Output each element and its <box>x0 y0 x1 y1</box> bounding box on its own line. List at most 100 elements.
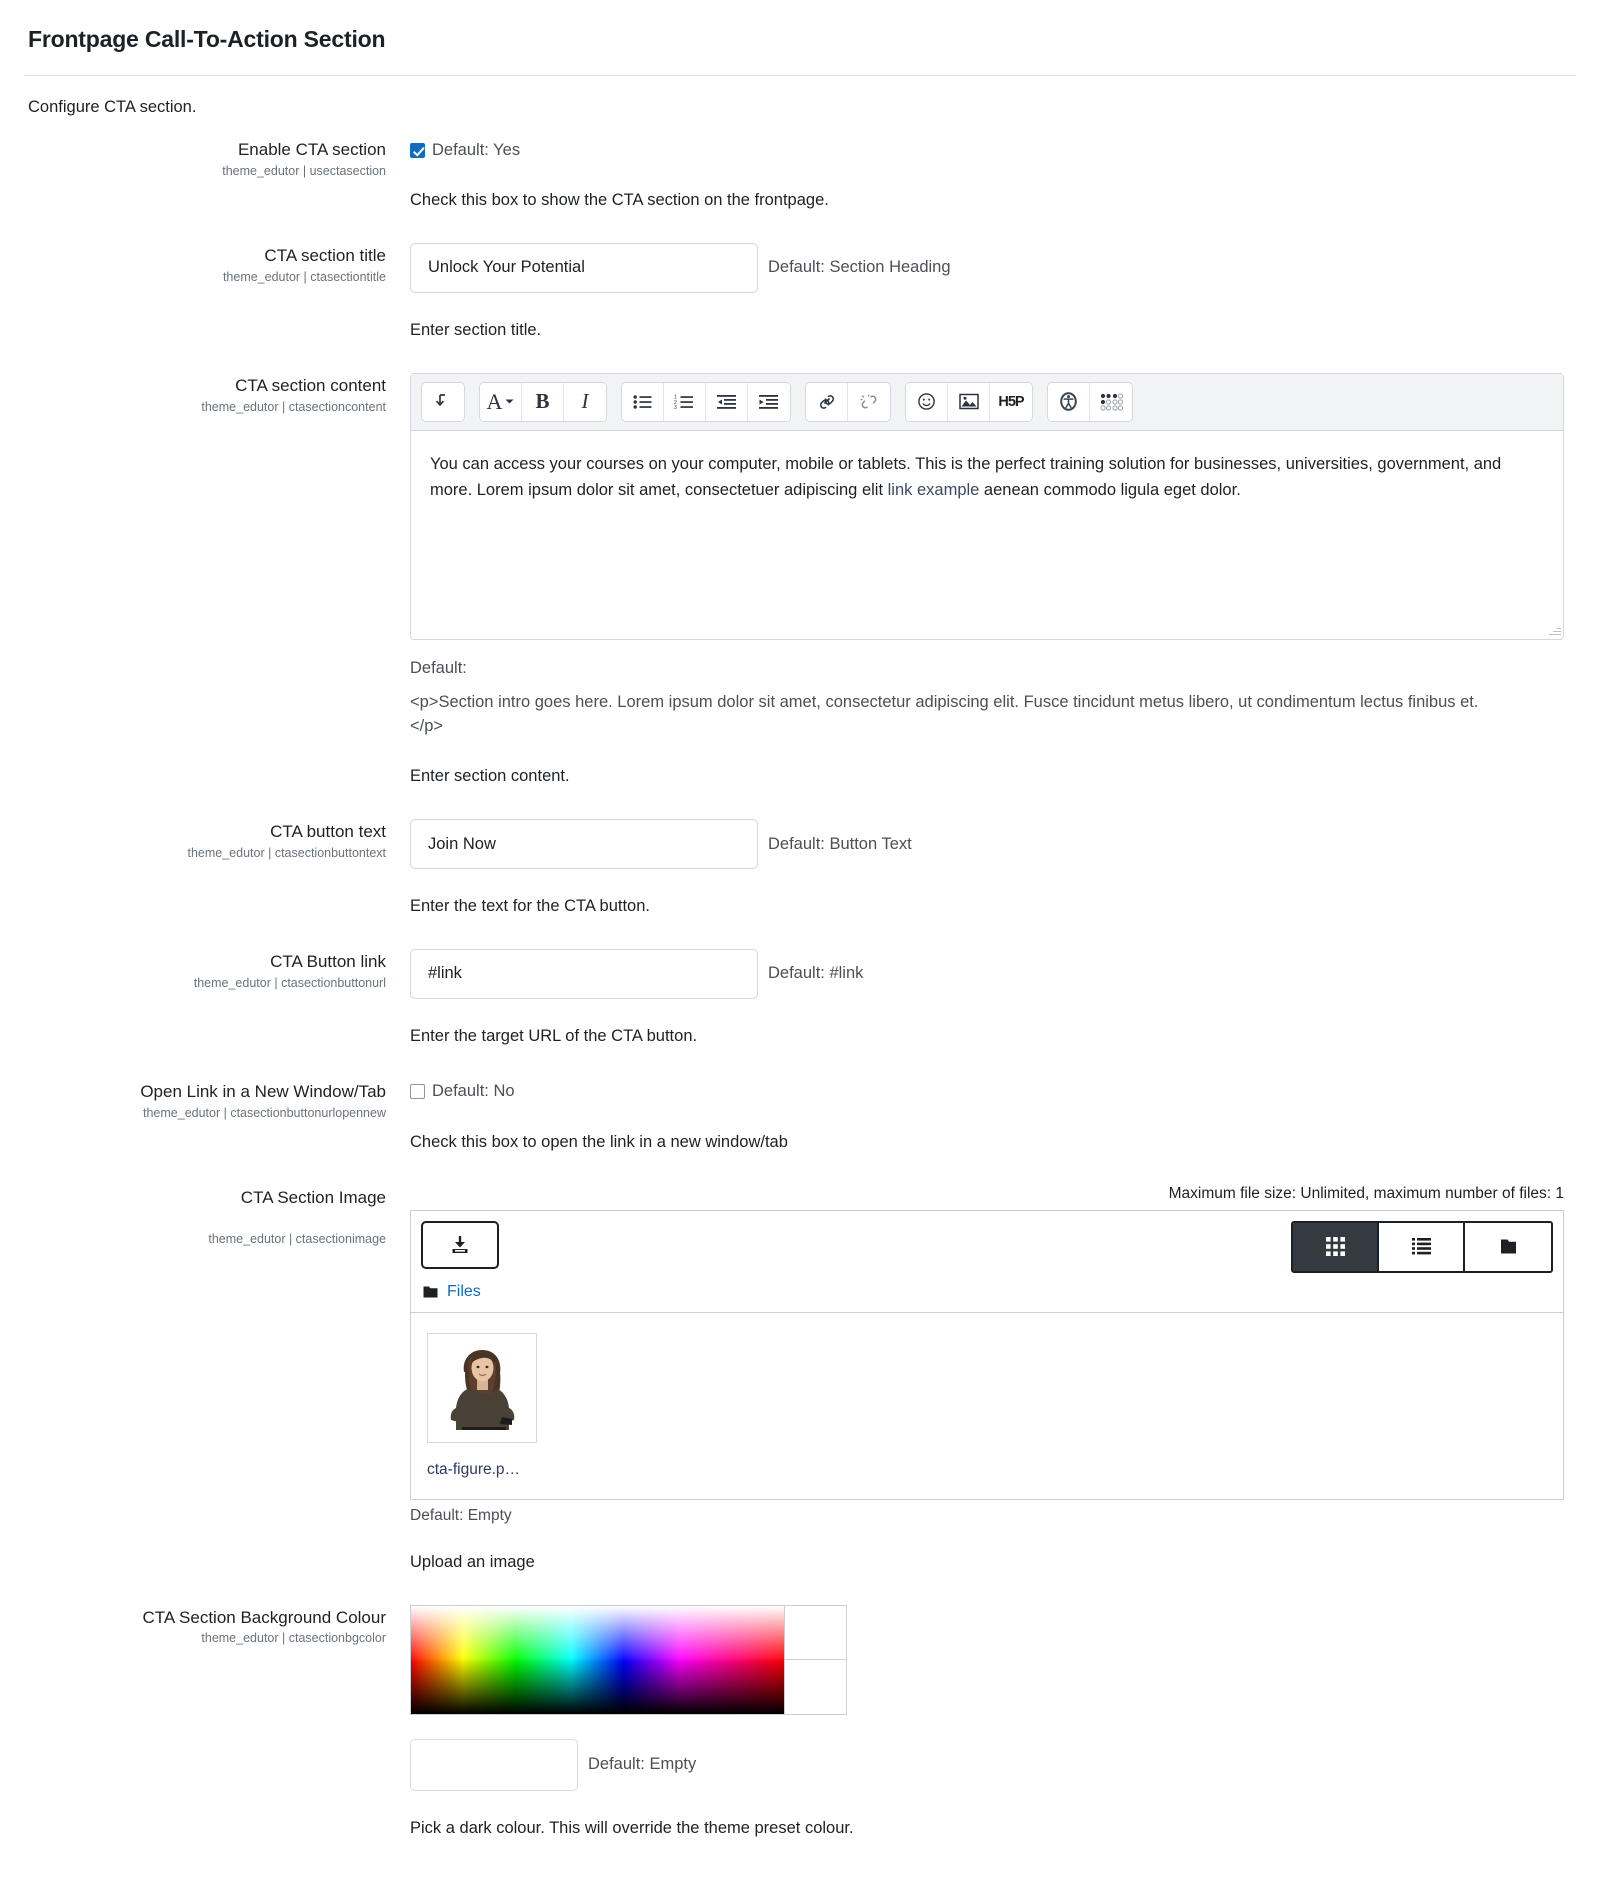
file-manager-toolbar <box>411 1211 1563 1273</box>
cta-button-text-input[interactable] <box>410 819 758 870</box>
field-sublabel: theme_edutor | ctasectionbgcolor <box>201 1631 386 1646</box>
row-spacer <box>24 919 1576 949</box>
row-spacer <box>24 343 1576 373</box>
label-col-cta-bgcolor: CTA Section Background Colour theme_edut… <box>24 1605 410 1648</box>
field-label: CTA section content <box>235 375 386 395</box>
open-new-window-checkbox[interactable] <box>410 1084 425 1100</box>
link-icon[interactable] <box>806 382 848 421</box>
field-label: CTA Section Image <box>240 1187 386 1207</box>
open-new-window-default-text: Default: No <box>432 1082 515 1101</box>
cta-title-help-text: Enter section title. <box>410 320 542 339</box>
field-label: CTA Button link <box>270 951 386 971</box>
field-label: CTA Section Background Colour <box>142 1607 386 1627</box>
control-col-cta-title: Default: Section Heading Enter section t… <box>410 242 1576 343</box>
form-row-cta-title: CTA section title theme_edutor | ctasect… <box>24 242 1576 343</box>
screenreader-helper-icon[interactable] <box>1090 382 1132 421</box>
enable-cta-help-text: Check this box to show the CTA section o… <box>410 191 829 209</box>
settings-page: Frontpage Call-To-Action Section Configu… <box>0 0 1600 1841</box>
section-intro: Configure CTA section. <box>28 98 197 116</box>
toolbar-group-accessibility <box>1047 381 1133 422</box>
field-sublabel: theme_edutor | ctasectiontitle <box>222 269 386 284</box>
bold-icon[interactable]: B <box>522 382 564 421</box>
view-list-button[interactable] <box>1379 1222 1465 1271</box>
open-new-window-help: Check this box to open the link in a new… <box>410 1132 788 1151</box>
bullet-list-icon[interactable] <box>622 382 664 421</box>
cta-title-field-row: Default: Section Heading <box>410 242 1576 293</box>
add-file-button[interactable] <box>421 1220 499 1269</box>
editor-resize-handle[interactable] <box>1547 623 1561 637</box>
toolbar-group-lists: 1 2 3 <box>621 381 791 422</box>
enable-cta-checkbox-line[interactable]: Default: Yes <box>410 137 1576 163</box>
row-spacer <box>24 1155 1576 1185</box>
field-label: CTA button text <box>270 822 386 842</box>
file-thumbnail[interactable] <box>427 1332 537 1443</box>
toolbar-group-expand <box>421 381 465 422</box>
cta-bgcolor-default-text: Default: Empty <box>588 1755 697 1774</box>
page-title: Frontpage Call-To-Action Section <box>28 26 386 52</box>
indent-icon[interactable] <box>748 382 790 421</box>
file-manager-breadcrumb: Files <box>411 1273 1563 1313</box>
colour-value-input[interactable] <box>410 1738 578 1791</box>
colour-value-field-row: Default: Empty <box>410 1715 1576 1791</box>
font-style-icon[interactable]: A <box>480 382 522 421</box>
emoji-icon[interactable] <box>906 382 948 421</box>
field-sublabel: theme_edutor | usectasection <box>222 163 386 178</box>
colour-preview-swatches <box>785 1604 847 1715</box>
row-spacer <box>24 1049 1576 1079</box>
form-row-cta-image: CTA Section Image theme_edutor | ctasect… <box>24 1185 1576 1575</box>
field-sublabel: theme_edutor | ctasectionimage <box>208 1231 386 1246</box>
cta-button-link-input[interactable] <box>410 948 758 999</box>
numbered-list-icon[interactable]: 1 2 3 <box>664 382 706 421</box>
form-row-cta-button-text: CTA button text theme_edutor | ctasectio… <box>24 819 1576 919</box>
form-row-cta-bgcolor: CTA Section Background Colour theme_edut… <box>24 1604 1576 1841</box>
control-col-cta-content: A B I 1 2 3 H5P You can access your cour… <box>410 372 1576 789</box>
open-new-window-checkbox-line[interactable]: Default: No <box>410 1079 1576 1105</box>
field-sublabel: theme_edutor | ctasectioncontent <box>201 399 386 414</box>
editor-content-area[interactable]: You can access your courses on your comp… <box>411 431 1563 639</box>
file-item[interactable]: cta-figure.p… <box>427 1332 539 1479</box>
control-col-cta-bgcolor: Default: Empty Pick a dark colour. This … <box>410 1604 1576 1841</box>
cta-bgcolor-help-text: Pick a dark colour. This will override t… <box>410 1818 854 1837</box>
cta-button-text-field-row: Default: Button Text <box>410 819 1576 870</box>
label-col-enable-cta: Enable CTA section theme_edutor | usecta… <box>24 137 410 180</box>
control-col-open-new-window: Default: No Check this box to open the l… <box>410 1079 1576 1155</box>
expand-collapse-icon[interactable] <box>422 382 464 421</box>
label-col-cta-content: CTA section content theme_edutor | ctase… <box>24 373 410 416</box>
enable-cta-checkbox[interactable] <box>410 142 425 158</box>
control-col-cta-button-text: Default: Button Text Enter the text for … <box>410 819 1576 919</box>
cta-button-text-help: Enter the text for the CTA button. <box>410 897 650 916</box>
control-col-cta-image: Maximum file size: Unlimited, maximum nu… <box>410 1185 1576 1575</box>
form-row-open-new-window: Open Link in a New Window/Tab theme_edut… <box>24 1079 1576 1155</box>
label-col-cta-button-link: CTA Button link theme_edutor | ctasectio… <box>24 949 410 992</box>
field-sublabel: theme_edutor | ctasectionbuttonurlopenne… <box>143 1105 386 1120</box>
image-icon[interactable] <box>948 382 990 421</box>
cta-image-help-text: Upload an image <box>410 1552 535 1571</box>
colour-picker <box>410 1604 1576 1715</box>
h5p-icon[interactable]: H5P <box>990 382 1032 421</box>
colour-picker-canvas[interactable] <box>410 1604 785 1715</box>
control-col-cta-button-link: Default: #link Enter the target URL of t… <box>410 948 1576 1049</box>
label-col-open-new-window: Open Link in a New Window/Tab theme_edut… <box>24 1079 410 1122</box>
cta-content-help-text: Enter section content. <box>410 767 570 786</box>
page-header: Frontpage Call-To-Action Section <box>24 0 1576 76</box>
editor-inline-link[interactable]: link example <box>888 481 980 499</box>
label-col-cta-button-text: CTA button text theme_edutor | ctasectio… <box>24 819 410 862</box>
view-tree-button[interactable] <box>1465 1222 1551 1271</box>
accessibility-checker-icon[interactable] <box>1048 382 1090 421</box>
file-name-label[interactable]: cta-figure.p… <box>427 1461 539 1479</box>
svg-text:3: 3 <box>674 405 677 410</box>
breadcrumb-files-label[interactable]: Files <box>447 1283 481 1301</box>
editor-text-part2: aenean commodo ligula eget dolor. <box>979 480 1241 499</box>
form-row-enable-cta: Enable CTA section theme_edutor | usecta… <box>24 137 1576 213</box>
italic-icon[interactable]: I <box>564 382 606 421</box>
cta-title-input[interactable] <box>410 242 758 293</box>
enable-cta-default-text: Default: Yes <box>432 140 521 159</box>
toolbar-group-links <box>805 381 891 422</box>
label-col-cta-title: CTA section title theme_edutor | ctasect… <box>24 243 410 286</box>
cta-button-link-help: Enter the target URL of the CTA button. <box>410 1026 698 1045</box>
view-grid-button[interactable] <box>1293 1222 1379 1271</box>
cta-button-link-field-row: Default: #link <box>410 948 1576 999</box>
form-row-cta-content: CTA section content theme_edutor | ctase… <box>24 372 1576 789</box>
unlink-icon[interactable] <box>848 382 890 421</box>
outdent-icon[interactable] <box>706 382 748 421</box>
